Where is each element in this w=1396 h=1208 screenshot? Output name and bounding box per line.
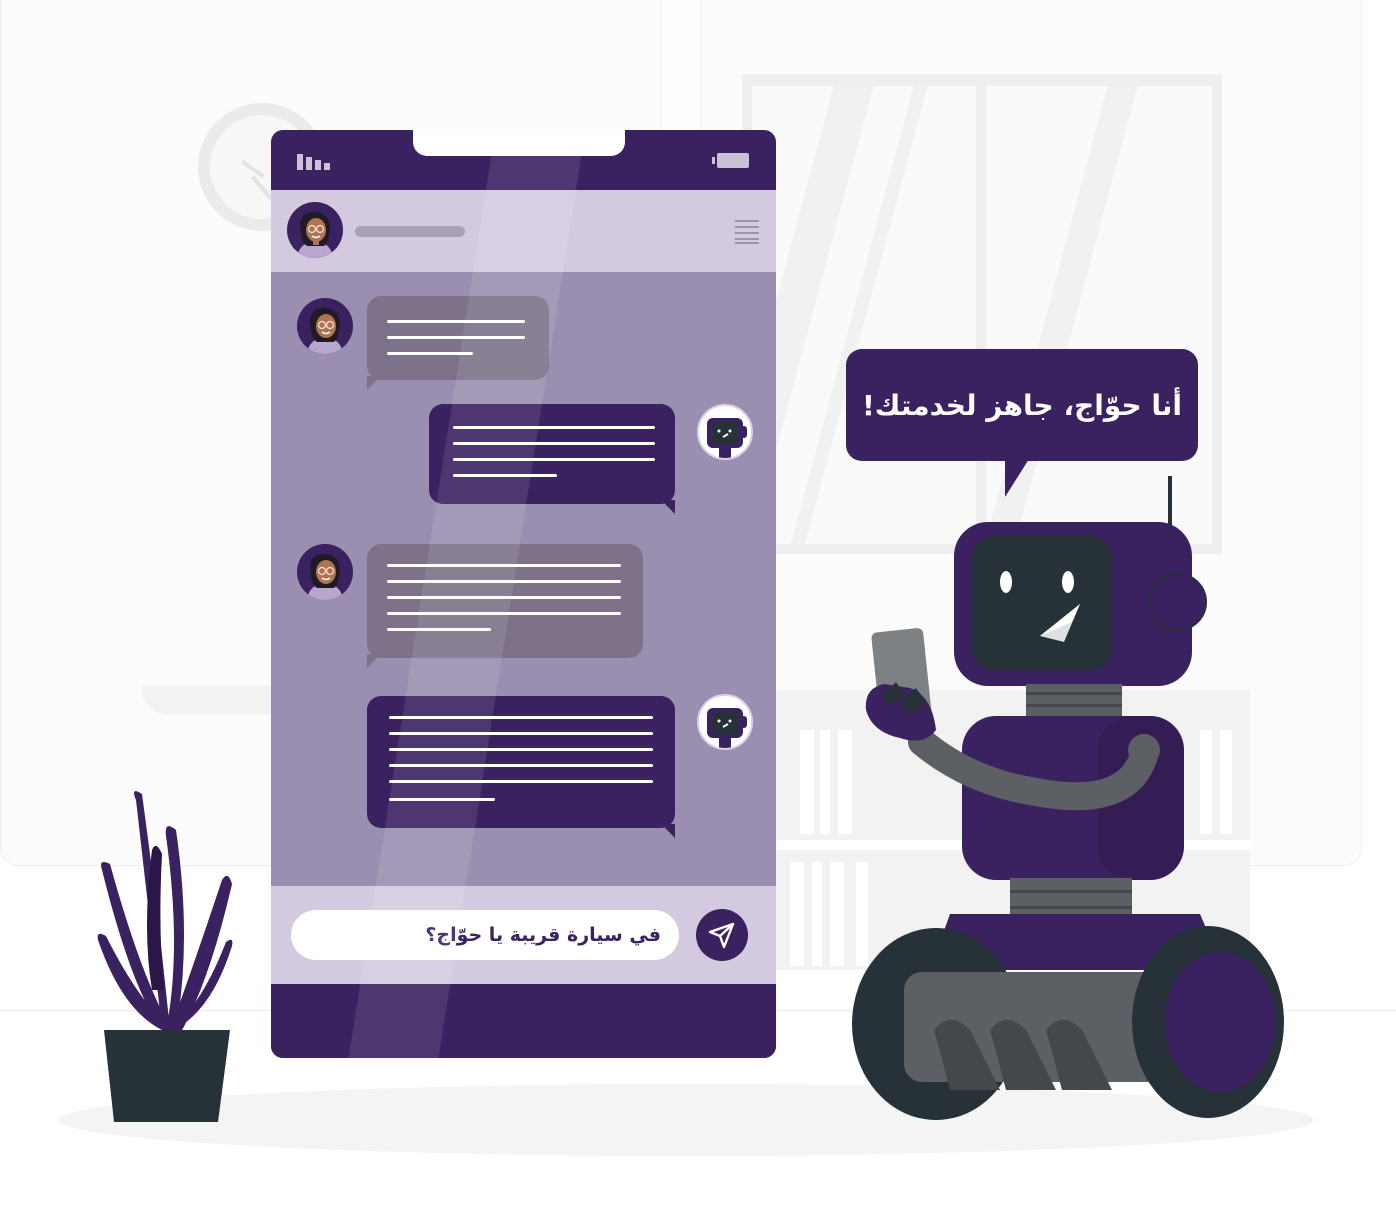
- contact-name-placeholder: [355, 226, 465, 237]
- chat-messages: [271, 272, 776, 886]
- menu-icon[interactable]: [735, 220, 759, 244]
- bot-message-bubble: [367, 696, 675, 828]
- user-avatar: [297, 544, 353, 600]
- bot-bubble-tail: [661, 500, 675, 514]
- bot-bubble-tail: [661, 824, 675, 838]
- send-button[interactable]: [696, 909, 748, 961]
- signal-icon: [297, 152, 337, 170]
- battery-icon: [712, 153, 749, 168]
- bot-avatar: [697, 404, 753, 460]
- user-message-bubble: [367, 544, 643, 658]
- user-message-bubble: [367, 296, 549, 380]
- user-bubble-tail: [367, 654, 381, 668]
- robot-speech-bubble: أنا حوّاج، جاهز لخدمتك!: [846, 349, 1198, 461]
- message-input[interactable]: في سيارة قريبة يا حوّاج؟: [291, 910, 679, 960]
- user-avatar: [297, 298, 353, 354]
- user-bubble-tail: [367, 376, 381, 390]
- send-icon: [708, 922, 735, 949]
- contact-avatar[interactable]: [287, 202, 343, 258]
- message-input-text: في سيارة قريبة يا حوّاج؟: [425, 924, 661, 946]
- chat-input-area: في سيارة قريبة يا حوّاج؟: [271, 886, 776, 984]
- bot-message-bubble: [429, 404, 675, 504]
- chat-header: [271, 190, 776, 272]
- phone-notch: [413, 130, 625, 156]
- robot-illustration: [852, 476, 1284, 1120]
- phone-chat-app: في سيارة قريبة يا حوّاج؟: [271, 130, 776, 1058]
- phone-bottom-bar: [271, 984, 776, 1058]
- potted-plant: [97, 791, 233, 1122]
- speech-bubble-text: أنا حوّاج، جاهز لخدمتك!: [861, 388, 1183, 422]
- bot-avatar: [697, 694, 753, 750]
